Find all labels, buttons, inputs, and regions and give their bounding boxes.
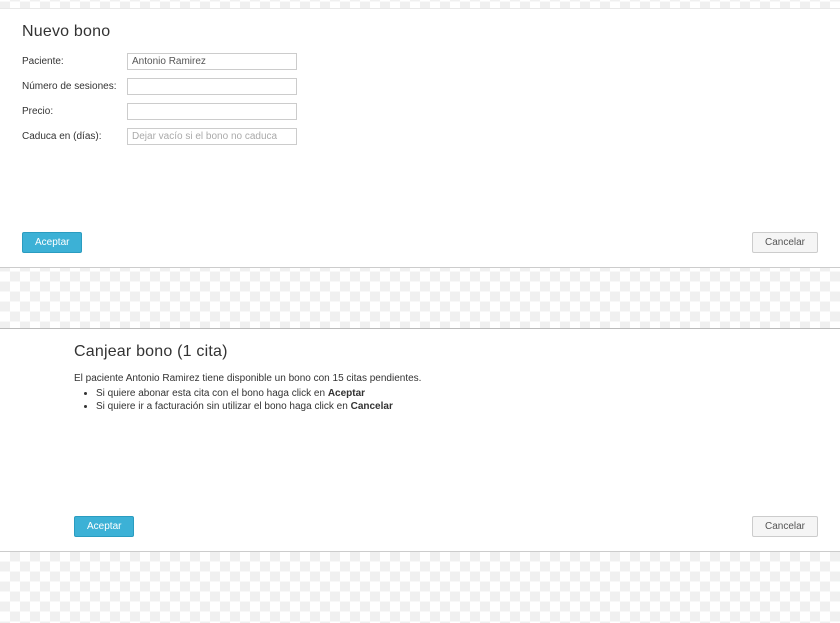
option2-bold: Cancelar [351,401,393,412]
patient-row: Paciente: [22,53,818,70]
new-voucher-panel: Nuevo bono Paciente: Número de sesiones:… [0,8,840,268]
redeem-voucher-title: Canjear bono (1 cita) [74,343,818,361]
redeem-voucher-panel: Canjear bono (1 cita) El paciente Antoni… [0,328,840,552]
option1-text: Si quiere abonar esta cita con el bono h… [96,388,328,399]
price-label: Precio: [22,106,127,117]
redeem-option-accept: Si quiere abonar esta cita con el bono h… [96,388,818,399]
patient-label: Paciente: [22,56,127,67]
option1-bold: Aceptar [328,388,365,399]
cancel-button[interactable]: Cancelar [752,232,818,253]
sessions-row: Número de sesiones: [22,78,818,95]
redeem-option-cancel: Si quiere ir a facturación sin utilizar … [96,401,818,412]
sessions-label: Número de sesiones: [22,81,127,92]
expiry-label: Caduca en (días): [22,131,127,142]
redeem-intro: El paciente Antonio Ramirez tiene dispon… [74,373,818,384]
price-row: Precio: [22,103,818,120]
expiry-row: Caduca en (días): [22,128,818,145]
sessions-input[interactable] [127,78,297,95]
new-voucher-button-bar: Aceptar Cancelar [22,232,818,253]
cancel-button[interactable]: Cancelar [752,516,818,537]
price-input[interactable] [127,103,297,120]
option2-text: Si quiere ir a facturación sin utilizar … [96,401,351,412]
accept-button[interactable]: Aceptar [22,232,82,253]
redeem-options-list: Si quiere abonar esta cita con el bono h… [96,388,818,412]
new-voucher-title: Nuevo bono [22,23,818,41]
expiry-input[interactable] [127,128,297,145]
patient-input[interactable] [127,53,297,70]
accept-button[interactable]: Aceptar [74,516,134,537]
redeem-button-bar: Aceptar Cancelar [74,516,818,537]
